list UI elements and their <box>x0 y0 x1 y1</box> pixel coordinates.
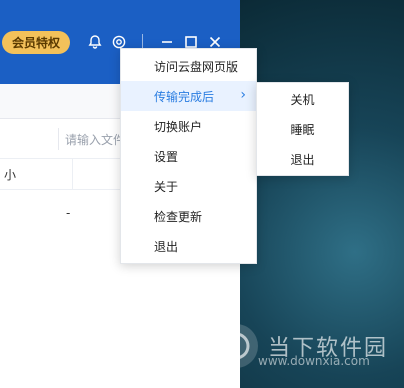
menu-item-check-update[interactable]: 检查更新 <box>121 201 256 231</box>
menu-item-about[interactable]: 关于 <box>121 171 256 201</box>
menu-item-after-transfer[interactable]: 传输完成后 › <box>121 81 256 111</box>
settings-dropdown-menu: 访问云盘网页版 传输完成后 › 切换账户 设置 关于 检查更新 退出 <box>120 48 257 264</box>
bell-icon[interactable] <box>86 33 104 51</box>
menu-item-label: 访问云盘网页版 <box>154 59 239 74</box>
submenu-item-sleep[interactable]: 睡眠 <box>257 114 348 144</box>
submenu-item-label: 退出 <box>290 152 315 167</box>
menu-item-label: 检查更新 <box>154 209 203 224</box>
search-placeholder: 请输入文件 <box>65 132 126 147</box>
column-divider <box>72 159 73 189</box>
menu-item-label: 传输完成后 <box>154 89 215 104</box>
submenu-item-label: 关机 <box>290 92 315 107</box>
row-size-cell: - <box>66 206 71 220</box>
submenu-item-shutdown[interactable]: 关机 <box>257 84 348 114</box>
watermark-url: www.downxia.com <box>258 354 370 368</box>
chevron-right-icon: › <box>240 87 246 103</box>
menu-item-settings[interactable]: 设置 <box>121 141 256 171</box>
menu-item-visit-web[interactable]: 访问云盘网页版 <box>121 51 256 81</box>
menu-item-label: 切换账户 <box>154 119 203 134</box>
submenu-item-exit[interactable]: 退出 <box>257 144 348 174</box>
menu-item-exit[interactable]: 退出 <box>121 231 256 261</box>
menu-item-label: 关于 <box>154 179 179 194</box>
menu-item-switch-account[interactable]: 切换账户 <box>121 111 256 141</box>
after-transfer-submenu: 关机 睡眠 退出 <box>256 82 349 176</box>
vip-privilege-button[interactable]: 会员特权 <box>2 31 70 54</box>
column-size-label[interactable]: 小 <box>4 166 16 183</box>
menu-item-label: 设置 <box>154 149 179 164</box>
menu-item-label: 退出 <box>154 239 179 254</box>
submenu-item-label: 睡眠 <box>290 122 315 137</box>
